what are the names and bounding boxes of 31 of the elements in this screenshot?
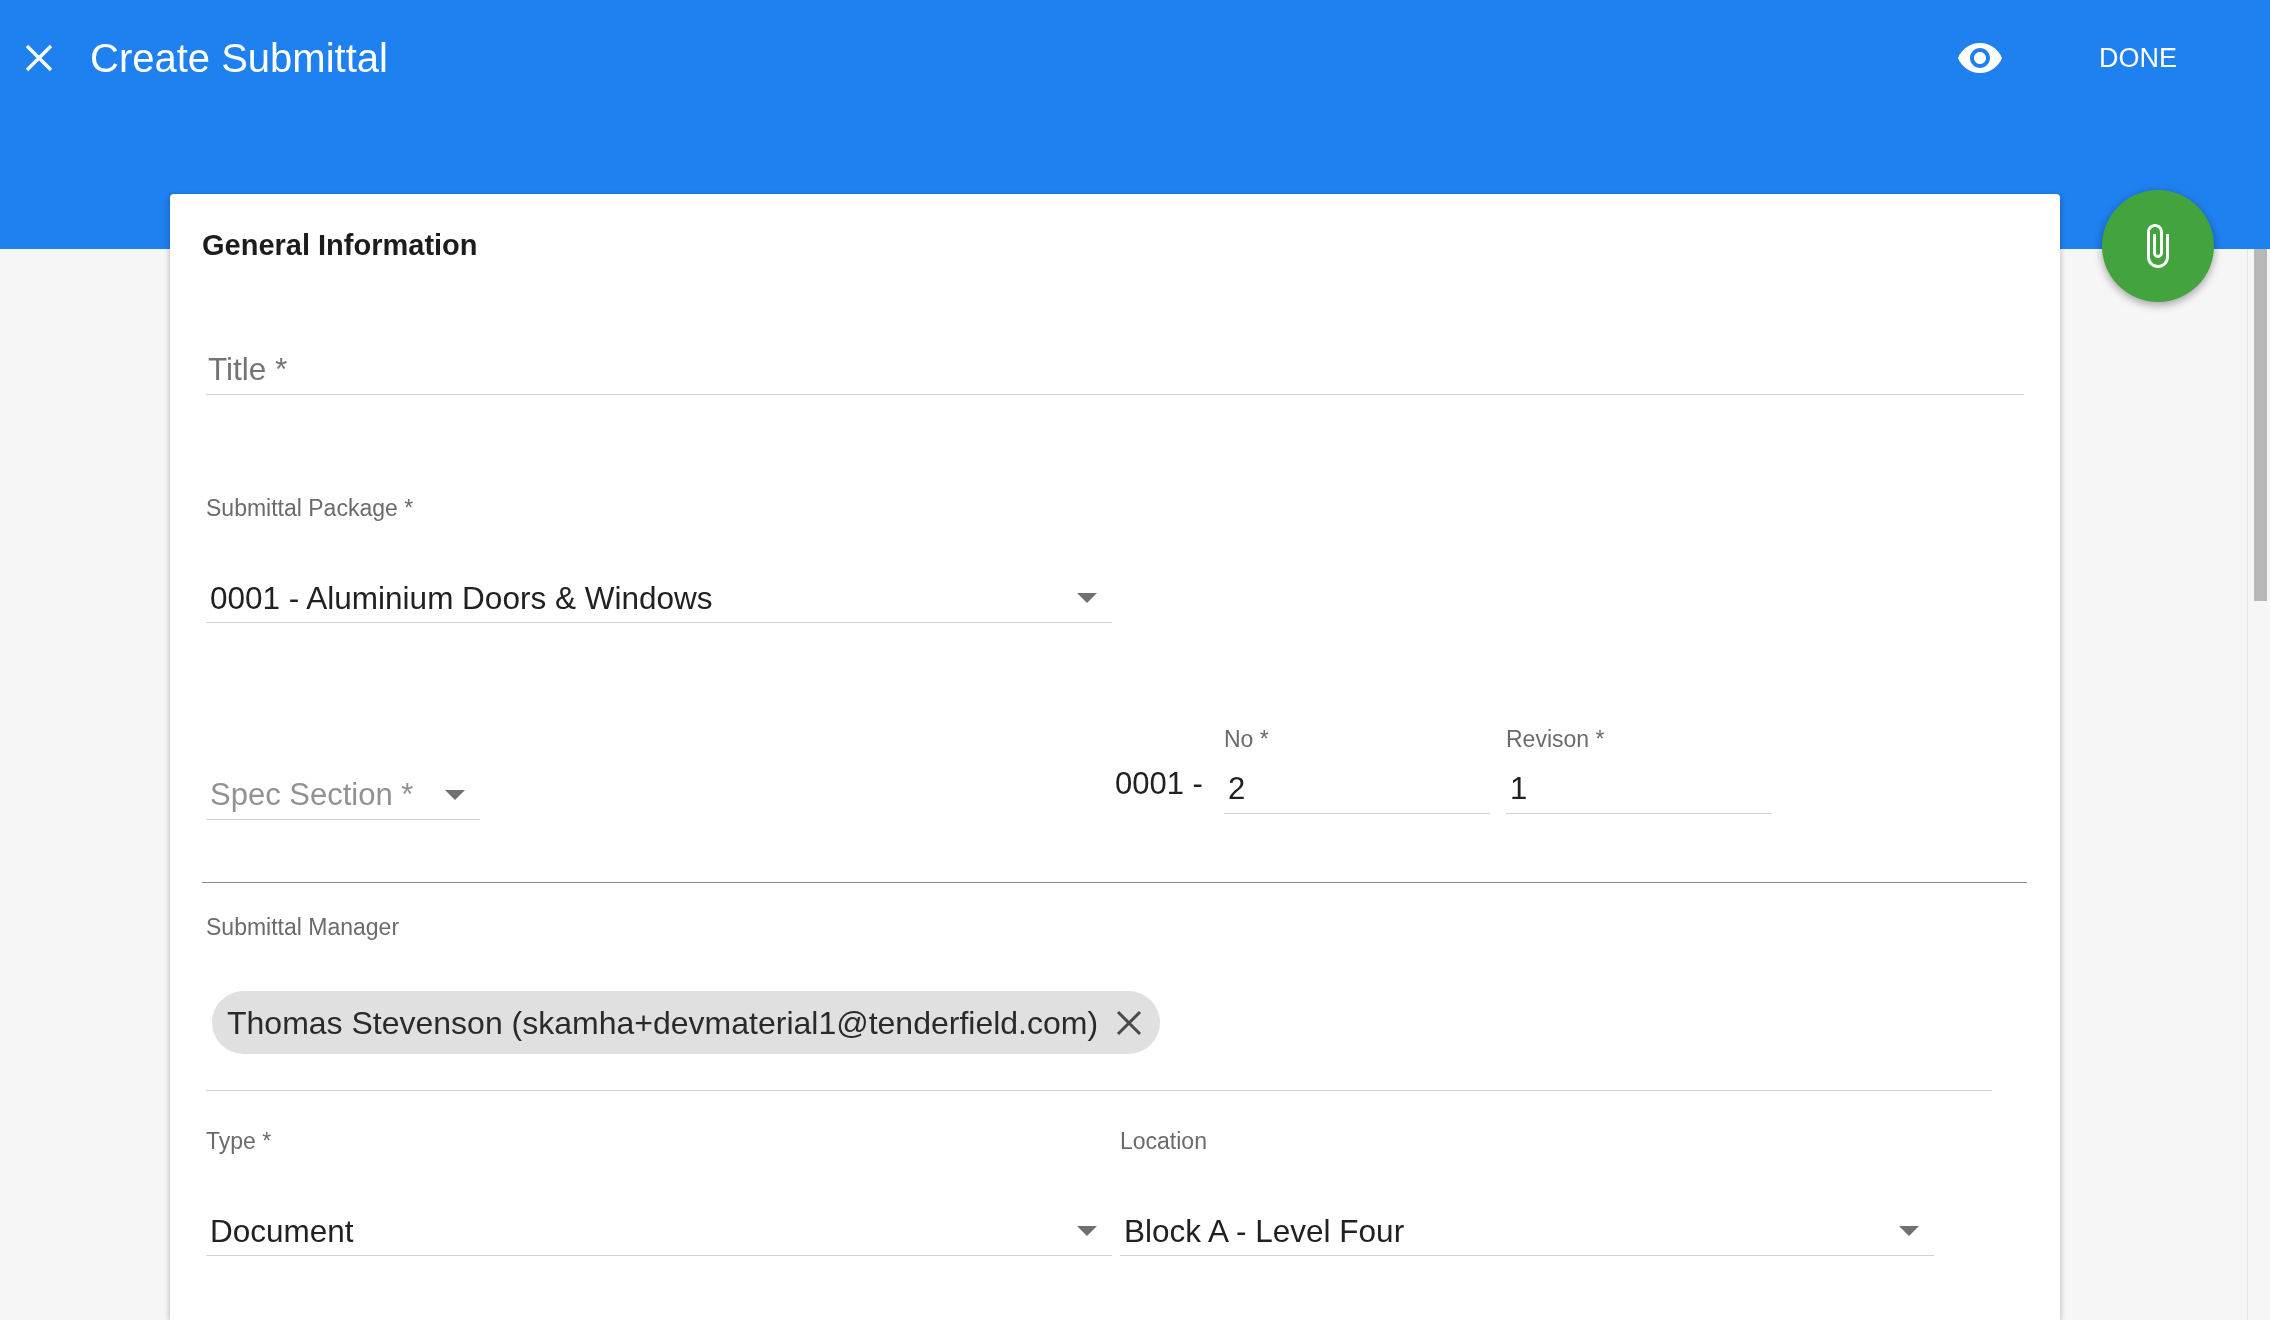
section-heading: General Information — [202, 228, 478, 262]
caret-icon — [1899, 1225, 1919, 1236]
remove-icon[interactable] — [1116, 1009, 1143, 1036]
people-picker-field[interactable]: Thomas Stevenson (skamha+devmaterial1@tenderfield.com) — [206, 991, 1992, 1091]
close-icon — [25, 44, 53, 72]
field-label: Type * — [206, 1128, 272, 1154]
scrollbar-thumb[interactable] — [2254, 249, 2267, 601]
caret-icon — [1077, 1225, 1097, 1236]
number-field[interactable]: 2 — [1224, 764, 1490, 814]
page-title: Create Submittal — [90, 35, 388, 82]
done-button[interactable]: DONE — [2083, 33, 2193, 83]
person-chip[interactable]: Thomas Stevenson (skamha+devmaterial1@tenderfield.com) — [212, 991, 1161, 1054]
scrollbar[interactable] — [2247, 249, 2270, 1320]
title-field[interactable]: Title * — [206, 344, 2024, 395]
caret-icon — [445, 789, 465, 800]
field-label: Location — [1120, 1128, 1207, 1154]
attach-button[interactable] — [2102, 190, 2214, 302]
field-label: Submittal Package * — [206, 495, 414, 521]
spec-section-dropdown[interactable]: Spec Section * — [206, 770, 480, 820]
caret-icon — [1077, 592, 1097, 603]
number-prefix: 0001 - — [1115, 766, 1203, 802]
revision-field[interactable]: 1 — [1506, 764, 1772, 814]
type-dropdown[interactable]: Document — [206, 1206, 1112, 1256]
field-label: Revison * — [1506, 726, 1605, 752]
paperclip-icon — [2147, 224, 2169, 268]
package-dropdown[interactable]: 0001 - Aluminium Doors & Windows — [206, 573, 1112, 623]
field-label: Submittal Manager — [206, 914, 400, 940]
field-label: No * — [1224, 726, 1269, 752]
location-dropdown[interactable]: Block A - Level Four — [1120, 1206, 1934, 1256]
eye-icon — [1958, 43, 2002, 73]
person-name: Thomas Stevenson (skamha+devmaterial1@tenderfield.com) — [227, 1003, 1099, 1042]
